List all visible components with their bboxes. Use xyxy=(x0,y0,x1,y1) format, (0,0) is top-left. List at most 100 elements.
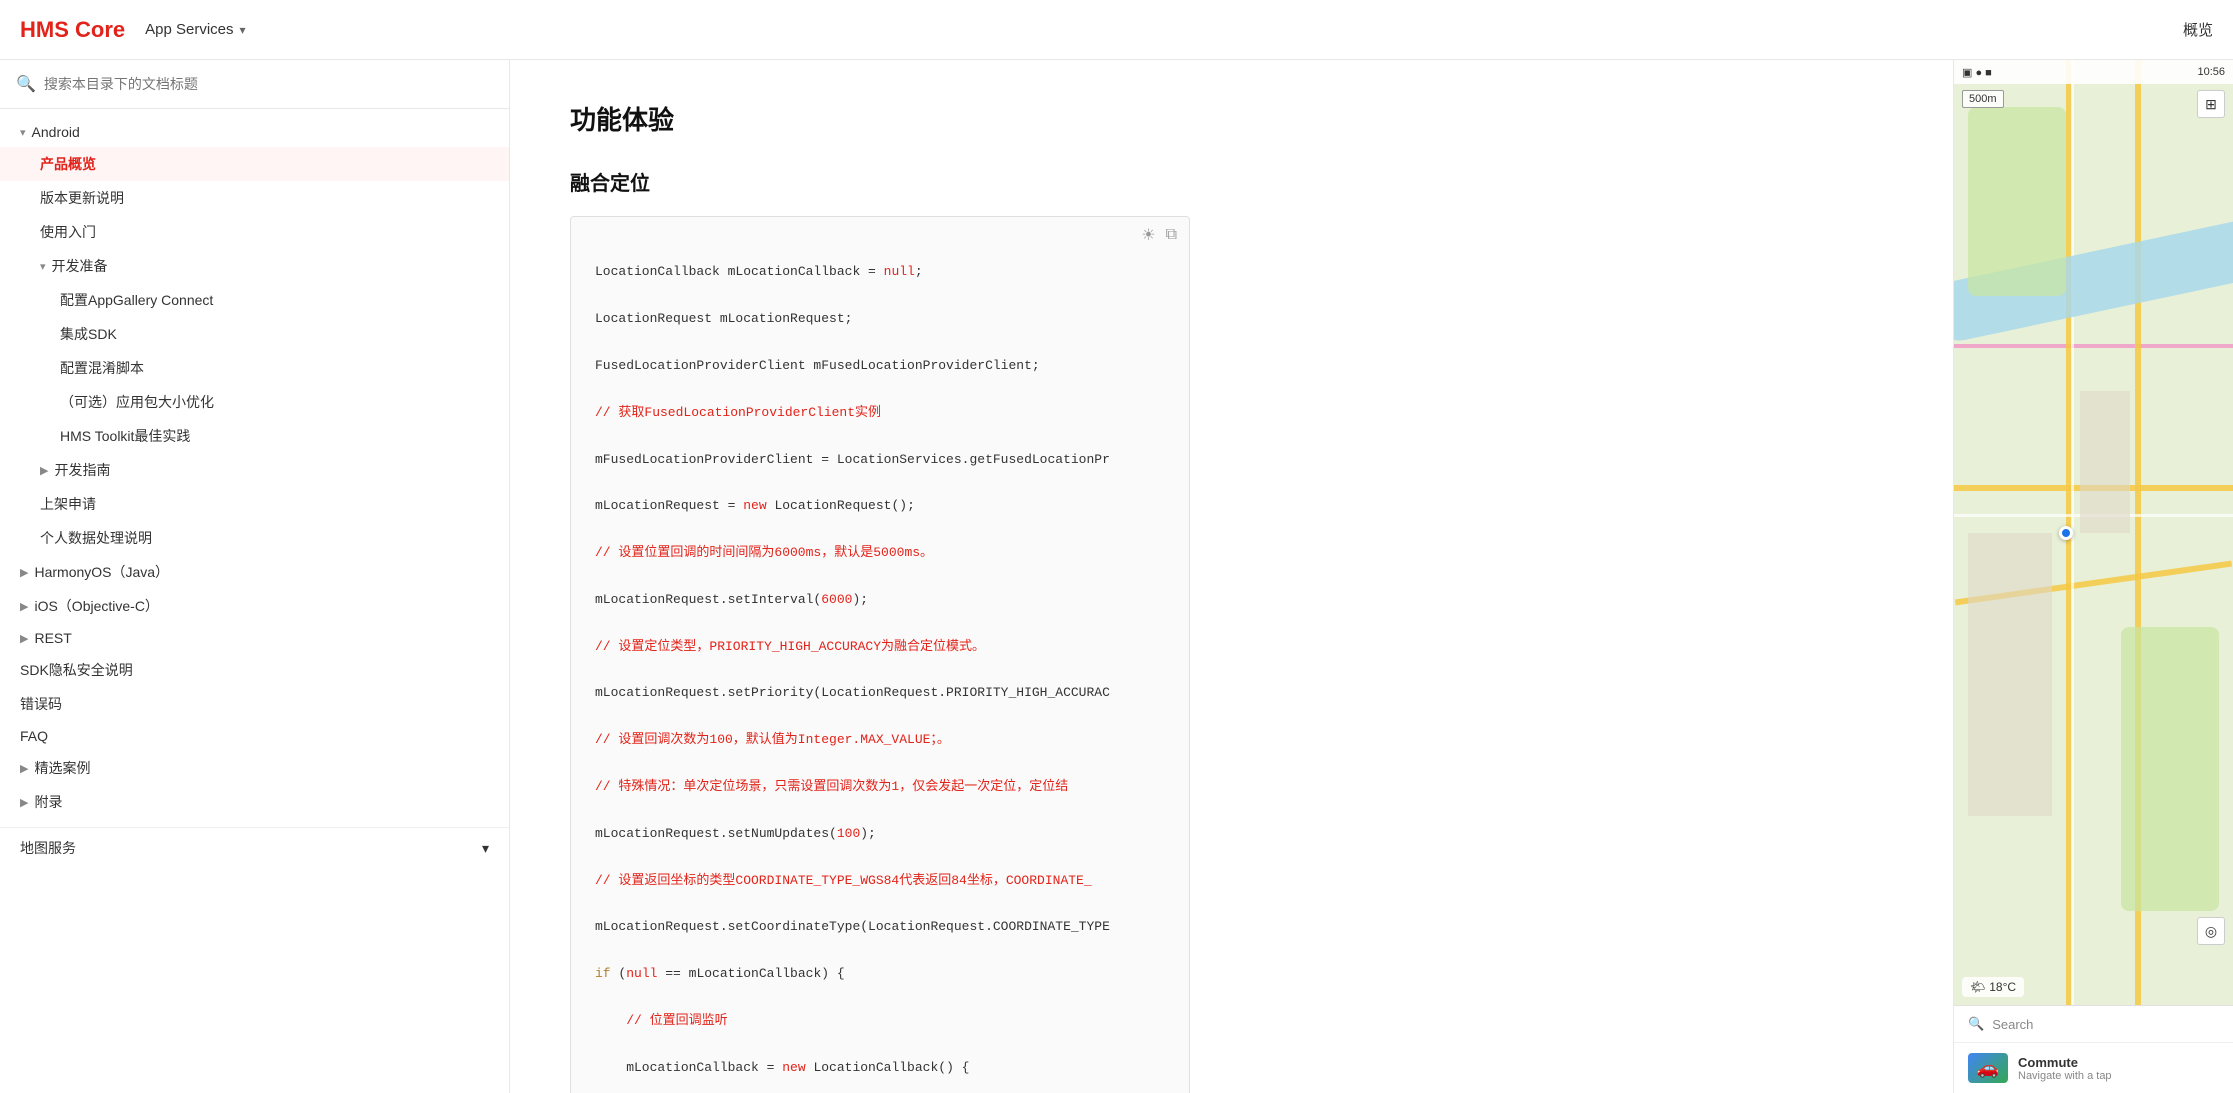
sidebar-item-label: FAQ xyxy=(20,728,48,744)
signal-icons: ▣ ● ■ xyxy=(1962,66,1992,79)
code-line: mLocationRequest.setInterval(6000); xyxy=(595,588,1165,611)
code-line: FusedLocationProviderClient mFusedLocati… xyxy=(595,354,1165,377)
map-statusbar: ▣ ● ■ 10:56 xyxy=(1954,60,2233,84)
sidebar-item-harmonyos[interactable]: ▶ HarmonyOS（Java） xyxy=(0,555,509,589)
sidebar-item-label: 集成SDK xyxy=(60,324,117,344)
overview-link[interactable]: 概览 xyxy=(2183,19,2213,40)
code-block: LocationCallback mLocationCallback = nul… xyxy=(571,217,1189,1093)
main-layout: 🔍 ▾ Android 产品概览 版本更新说明 使用入门 ▾ 开发准备 xyxy=(0,60,2233,1093)
sidebar-item-dev-prep[interactable]: ▾ 开发准备 xyxy=(0,249,509,283)
time: 10:56 xyxy=(2197,66,2225,78)
toggle-icon: ▾ xyxy=(20,126,26,139)
temperature: 18°C xyxy=(1989,980,2016,994)
sidebar-item-label: （可选）应用包大小优化 xyxy=(60,392,214,412)
commute-sub: Navigate with a tap xyxy=(2018,1070,2112,1082)
app-services-dropdown[interactable]: App Services ▾ xyxy=(145,21,245,38)
sidebar-item-label: 错误码 xyxy=(20,694,62,714)
toggle-icon: ▾ xyxy=(40,260,46,273)
sidebar-item-label: 配置AppGallery Connect xyxy=(60,290,213,310)
sidebar-item-privacy[interactable]: 个人数据处理说明 xyxy=(0,521,509,555)
sidebar-item-dev-guide[interactable]: ▶ 开发指南 xyxy=(0,453,509,487)
map-background: ▣ ● ■ 10:56 500m ⊞ ◎ 🌤 18°C xyxy=(1954,60,2233,1005)
code-line: // 获取FusedLocationProviderClient实例 xyxy=(595,401,1165,424)
code-line: // 设置返回坐标的类型COORDINATE_TYPE_WGS84代表返回84坐… xyxy=(595,869,1165,892)
sidebar-item-appendix[interactable]: ▶ 附录 xyxy=(0,785,509,819)
location-button[interactable]: ◎ xyxy=(2197,917,2225,945)
toggle-icon: ▶ xyxy=(20,762,28,775)
toggle-icon: ▶ xyxy=(20,566,28,579)
sidebar-item-release-notes[interactable]: 版本更新说明 xyxy=(0,181,509,215)
toggle-icon: ▶ xyxy=(40,464,48,477)
sidebar-item-label: SDK隐私安全说明 xyxy=(20,660,133,680)
commute-label: Commute xyxy=(2018,1055,2112,1070)
search-placeholder-text: Search xyxy=(1992,1017,2033,1032)
sidebar-item-appgallery[interactable]: 配置AppGallery Connect xyxy=(0,283,509,317)
sidebar-item-label: HMS Toolkit最佳实践 xyxy=(60,426,190,446)
sidebar-item-label: 上架申请 xyxy=(40,494,96,514)
code-line: // 位置回调监听 xyxy=(595,1009,1165,1032)
sidebar-item-publish-app[interactable]: 上架申请 xyxy=(0,487,509,521)
sidebar-item-configure-obfuscation[interactable]: 配置混淆脚本 xyxy=(0,351,509,385)
sidebar-item-label: REST xyxy=(34,630,71,646)
sidebar-item-label: HarmonyOS（Java） xyxy=(34,562,169,582)
toggle-icon: ▶ xyxy=(20,632,28,645)
toggle-icon: ▶ xyxy=(20,796,28,809)
code-line: mLocationRequest.setCoordinateType(Locat… xyxy=(595,915,1165,938)
sidebar-item-label: iOS（Objective-C） xyxy=(34,596,158,616)
top-nav: HMS Core App Services ▾ 概览 xyxy=(0,0,2233,60)
code-line: LocationCallback mLocationCallback = nul… xyxy=(595,260,1165,283)
layers-button[interactable]: ⊞ xyxy=(2197,90,2225,118)
sidebar-search-bar: 🔍 xyxy=(0,60,509,109)
sidebar-item-product-overview[interactable]: 产品概览 xyxy=(0,147,509,181)
logo: HMS Core xyxy=(20,17,125,43)
theme-icon[interactable]: ☀ xyxy=(1141,225,1155,245)
map-search-bar[interactable]: 🔍 Search xyxy=(1954,1005,2233,1042)
chevron-down-icon: ▾ xyxy=(240,23,246,37)
copy-icon[interactable]: ⧉ xyxy=(1166,226,1177,244)
code-line: mLocationRequest.setPriority(LocationReq… xyxy=(595,681,1165,704)
sidebar-item-label: 精选案例 xyxy=(34,758,90,778)
sidebar-item-sdk-privacy[interactable]: SDK隐私安全说明 xyxy=(0,653,509,687)
commute-icon: 🚗 xyxy=(1968,1053,2008,1083)
search-input[interactable] xyxy=(44,76,493,92)
content-area: 功能体验 融合定位 ☀ ⧉ LocationCallback mLocation… xyxy=(510,60,1953,1093)
code-line: if (null == mLocationCallback) { xyxy=(595,962,1165,985)
right-panel: ▣ ● ■ 10:56 500m ⊞ ◎ 🌤 18°C 🔍 Search 🚗 C… xyxy=(1953,60,2233,1093)
cloud-icon: 🌤 xyxy=(1970,980,1985,994)
sidebar-item-integrate-sdk[interactable]: 集成SDK xyxy=(0,317,509,351)
page-title: 功能体验 xyxy=(570,100,1893,137)
sidebar-item-label: 附录 xyxy=(34,792,62,812)
sidebar-item-label: Android xyxy=(32,124,80,140)
sidebar-item-label: 产品概览 xyxy=(40,154,96,174)
map-container: ▣ ● ■ 10:56 500m ⊞ ◎ 🌤 18°C xyxy=(1954,60,2233,1005)
sidebar-item-rest[interactable]: ▶ REST xyxy=(0,623,509,653)
dropdown-label: App Services xyxy=(145,21,233,38)
sidebar-footer-map[interactable]: 地图服务 ▾ xyxy=(0,827,509,868)
sidebar-item-error-codes[interactable]: 错误码 xyxy=(0,687,509,721)
sidebar-item-label: 开发准备 xyxy=(52,256,108,276)
code-toolbar: ☀ ⧉ xyxy=(1141,225,1177,245)
sidebar: 🔍 ▾ Android 产品概览 版本更新说明 使用入门 ▾ 开发准备 xyxy=(0,60,510,1093)
sidebar-item-hms-toolkit[interactable]: HMS Toolkit最佳实践 xyxy=(0,419,509,453)
sidebar-item-optional-optimize[interactable]: （可选）应用包大小优化 xyxy=(0,385,509,419)
code-line: mLocationRequest.setNumUpdates(100); xyxy=(595,822,1165,845)
toggle-icon: ▶ xyxy=(20,600,28,613)
code-line: mLocationRequest = new LocationRequest()… xyxy=(595,494,1165,517)
map-scale: 500m xyxy=(1962,90,2004,108)
sidebar-item-android[interactable]: ▾ Android xyxy=(0,117,509,147)
footer-label: 地图服务 xyxy=(20,838,76,858)
code-line: // 设置位置回调的时间间隔为6000ms，默认是5000ms。 xyxy=(595,541,1165,564)
sidebar-item-getting-started[interactable]: 使用入门 xyxy=(0,215,509,249)
sidebar-item-ios[interactable]: ▶ iOS（Objective-C） xyxy=(0,589,509,623)
map-commute[interactable]: 🚗 Commute Navigate with a tap xyxy=(1954,1042,2233,1093)
code-line: mLocationCallback = new LocationCallback… xyxy=(595,1056,1165,1079)
code-line: // 特殊情况：单次定位场景，只需设置回调次数为1，仅会发起一次定位，定位结 xyxy=(595,775,1165,798)
sidebar-item-label: 开发指南 xyxy=(54,460,110,480)
sidebar-nav: ▾ Android 产品概览 版本更新说明 使用入门 ▾ 开发准备 配置AppG… xyxy=(0,109,509,827)
search-icon: 🔍 xyxy=(16,74,36,94)
sidebar-item-label: 版本更新说明 xyxy=(40,188,124,208)
sidebar-item-cases[interactable]: ▶ 精选案例 xyxy=(0,751,509,785)
sidebar-item-label: 配置混淆脚本 xyxy=(60,358,144,378)
sidebar-item-label: 个人数据处理说明 xyxy=(40,528,152,548)
sidebar-item-faq[interactable]: FAQ xyxy=(0,721,509,751)
